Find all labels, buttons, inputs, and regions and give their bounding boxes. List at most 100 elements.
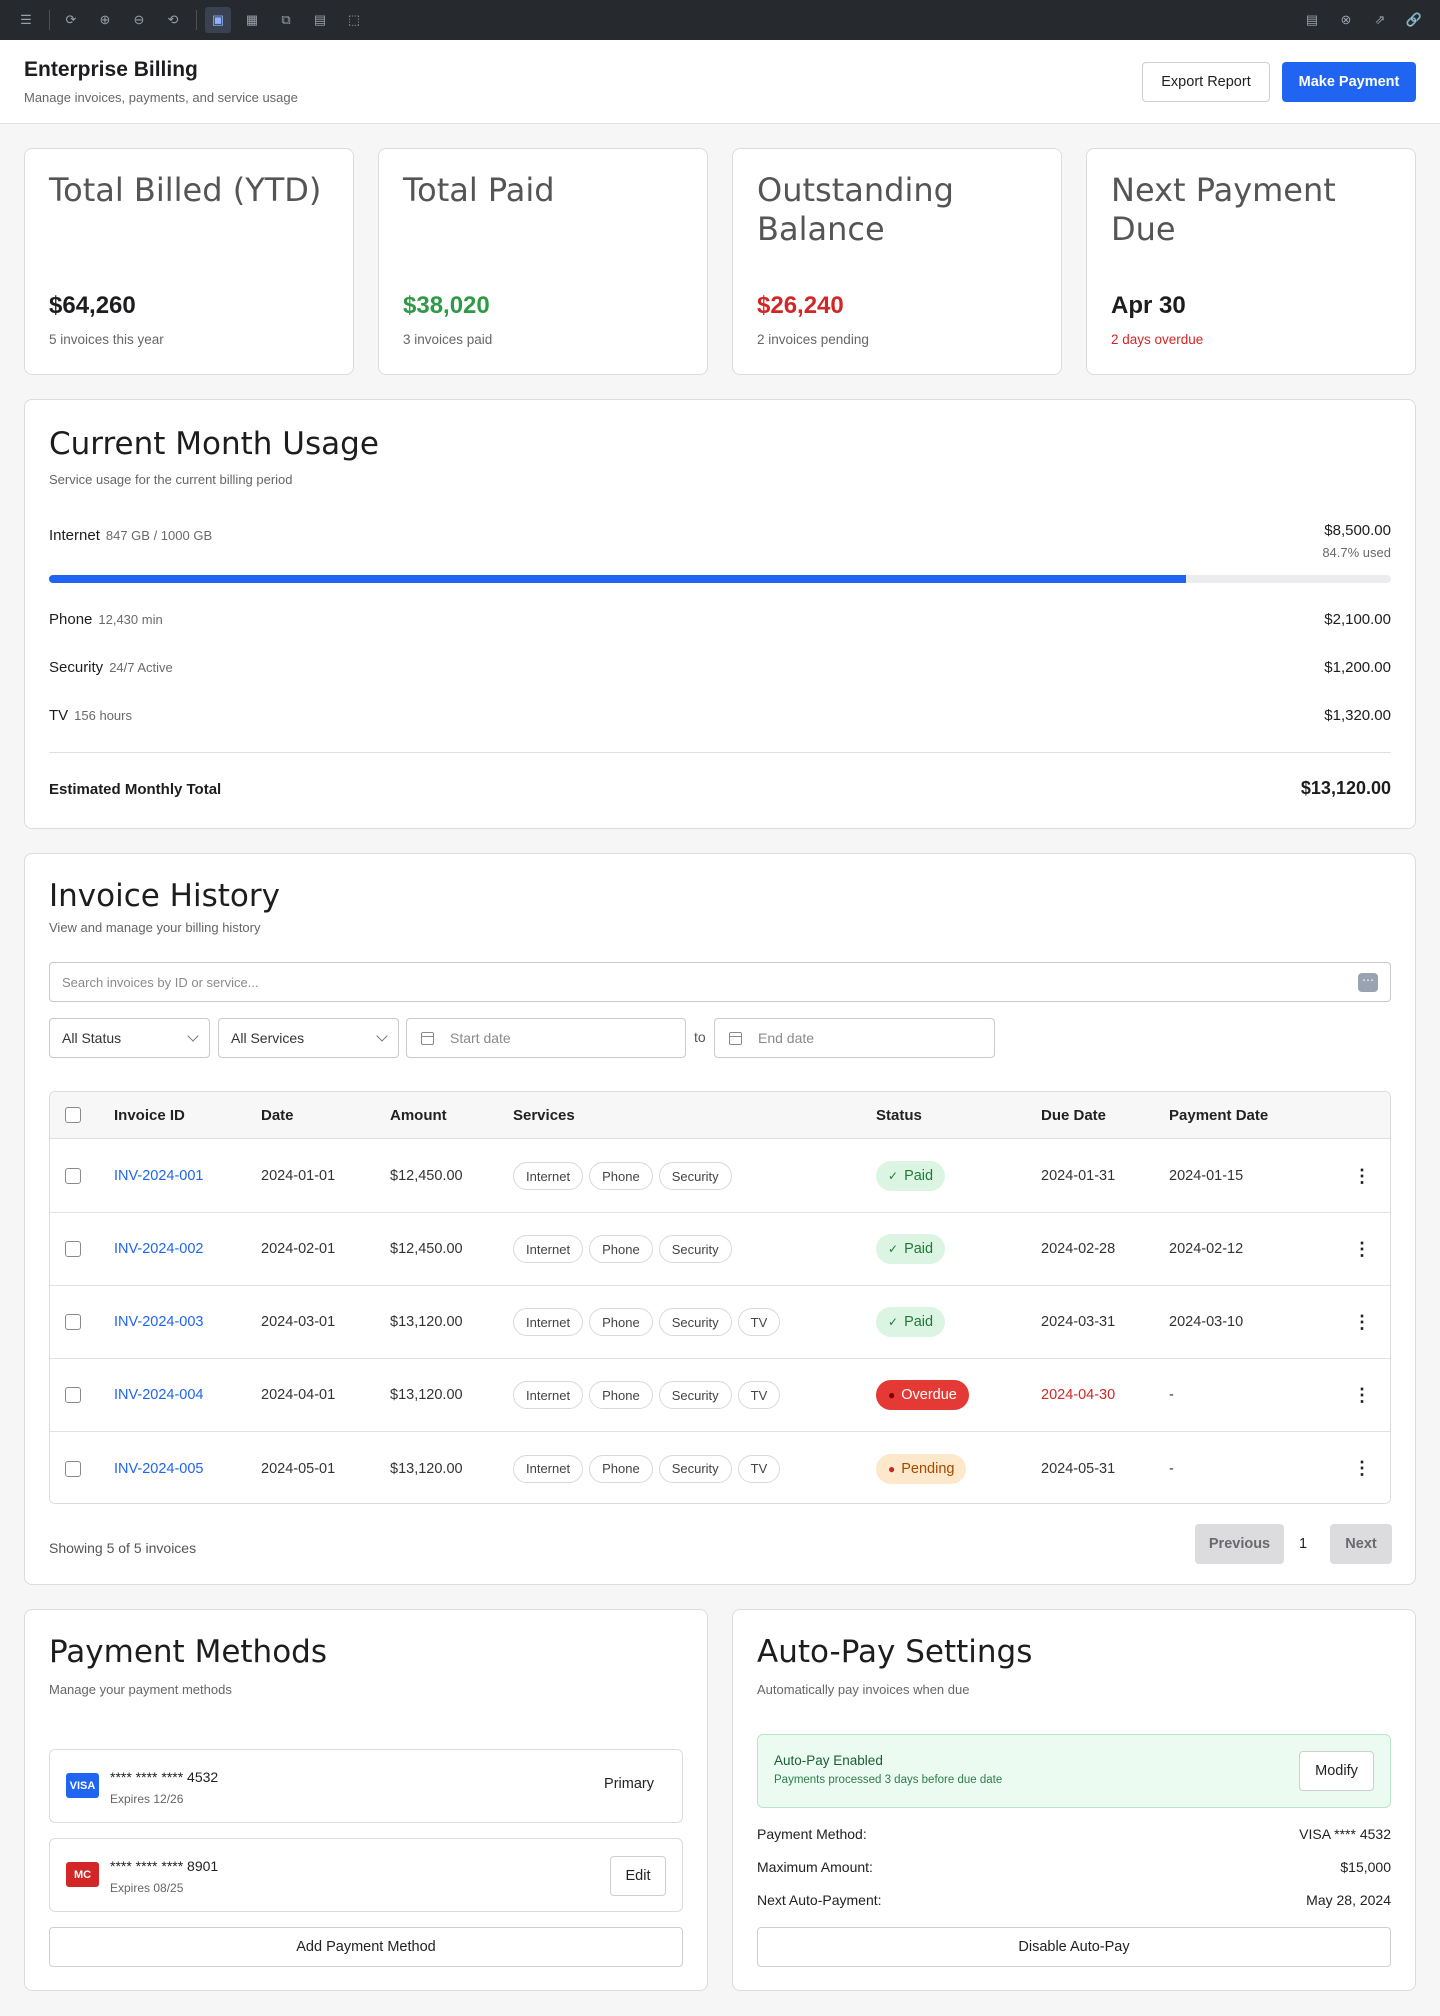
edit-card-button[interactable]: Edit [610,1856,666,1896]
usage-total-label: Estimated Monthly Total [49,781,222,798]
column-header[interactable]: Amount [390,1092,447,1138]
modify-autopay-button[interactable]: Modify [1299,1751,1374,1791]
kv-label: Maximum Amount: [757,1859,873,1875]
image-view-icon[interactable]: ▣ [205,7,231,33]
table-row[interactable]: INV-2024-005 2024-05-01 $13,120.00 Internet… [50,1432,1390,1503]
zoom-in-icon[interactable]: ⊕ [92,7,118,33]
row-actions-kebab-icon[interactable]: ⋮ [1353,1140,1371,1212]
usage-total-row: Estimated Monthly Total $13,120.00 [49,778,1391,798]
table-row[interactable]: INV-2024-001 2024-01-01 $12,450.00 Internet… [50,1140,1390,1213]
service-filter-select[interactable]: All Services [218,1018,399,1058]
row-actions-kebab-icon[interactable]: ⋮ [1353,1359,1371,1431]
stat-card-next-due: Next Payment Due Apr 30 2 days overdue [1086,148,1416,375]
start-date-field[interactable] [406,1018,686,1058]
date-range-separator: to [694,1029,706,1045]
row-checkbox[interactable] [65,1314,81,1330]
status-cell: ✓ Paid [876,1213,946,1285]
invoice-id-link[interactable]: INV-2024-005 [114,1432,203,1503]
end-date-field[interactable] [714,1018,995,1058]
visa-logo-icon: VISA [66,1773,99,1798]
status-badge: ● Overdue [876,1380,969,1410]
table-row[interactable]: INV-2024-003 2024-03-01 $13,120.00 Internet… [50,1286,1390,1359]
link-icon[interactable]: 🔗 [1401,7,1427,33]
make-payment-button[interactable]: Make Payment [1282,62,1416,102]
layout-icon[interactable]: ▤ [307,7,333,33]
row-select-cell [65,1359,81,1431]
payment-date: - [1169,1387,1174,1403]
mastercard-logo-icon: MC [66,1862,99,1887]
row-checkbox[interactable] [65,1387,81,1403]
row-checkbox[interactable] [65,1168,81,1184]
status-filter-select[interactable]: All Status [49,1018,210,1058]
service-chips: Internet Phone Security TV [513,1432,786,1503]
zoom-out-icon[interactable]: ⊖ [126,7,152,33]
search-input[interactable] [50,963,1330,1001]
usage-amount: $1,200.00 [1324,659,1391,676]
previous-page-button[interactable]: Previous [1195,1524,1284,1564]
row-actions-kebab-icon[interactable]: ⋮ [1353,1286,1371,1358]
stat-label: Next Payment Due [1111,171,1336,248]
column-header[interactable]: Invoice ID [114,1092,185,1138]
zoom-reset-icon[interactable]: ⟲ [160,7,186,33]
invoice-search: ⋯ [49,962,1391,1002]
end-date-input[interactable] [758,1030,958,1046]
close-circle-icon[interactable]: ⊗ [1333,7,1359,33]
status-badge: ✓ Paid [876,1307,946,1337]
usage-total-value: $13,120.00 [1300,778,1391,798]
column-header[interactable]: Status [876,1092,922,1138]
autopay-status-title: Auto-Pay Enabled [774,1753,883,1768]
invoice-id-link[interactable]: INV-2024-004 [114,1359,203,1431]
row-checkbox[interactable] [65,1460,81,1477]
service-chip: Phone [589,1308,653,1336]
column-header[interactable]: Due Date [1041,1092,1106,1138]
row-actions-kebab-icon[interactable]: ⋮ [1353,1213,1371,1285]
usage-amount: $8,500.00 [1324,522,1391,539]
table-header: Invoice ID Date Amount Services Status D… [50,1092,1390,1139]
showing-count: Showing 5 of 5 invoices [49,1540,197,1556]
panel-icon[interactable]: ▤ [1299,7,1325,33]
add-payment-method-button[interactable]: Add Payment Method [49,1927,683,1967]
page-number[interactable]: 1 [1292,1524,1314,1564]
disable-autopay-button[interactable]: Disable Auto-Pay [757,1927,1391,1967]
select-region-icon[interactable]: ⬚ [341,7,367,33]
external-link-icon[interactable]: ⇗ [1367,7,1393,33]
start-date-input[interactable] [450,1030,650,1046]
usage-detail: 12,430 min [98,612,163,627]
row-checkbox[interactable] [65,1241,81,1257]
toolbar-divider [49,10,50,30]
status-cell: ● Overdue [876,1359,969,1431]
usage-card: Current Month Usage Service usage for th… [24,399,1416,829]
usage-row-security: Security 24/7 Active $1,200.00 [49,659,1391,676]
toolbar: ☰ ⟳ ⊕ ⊖ ⟲ ▣ ▦ ⧉ ▤ ⬚ ▤ ⊗ ⇗ 🔗 [0,0,1440,40]
table-row[interactable]: INV-2024-004 2024-04-01 $13,120.00 Internet… [50,1359,1390,1432]
status-badge: ✓ Paid [876,1234,946,1264]
invoice-id-link[interactable]: INV-2024-002 [114,1213,203,1285]
payment-date: 2024-01-15 [1169,1168,1244,1184]
table-row[interactable]: INV-2024-002 2024-02-01 $12,450.00 Internet… [50,1213,1390,1286]
more-icon[interactable]: ⋯ [1358,973,1378,992]
autopay-subtitle: Automatically pay invoices when due [757,1682,970,1697]
autopay-next-row: Next Auto-Payment: May 28, 2024 [757,1892,1391,1908]
column-header[interactable]: Payment Date [1169,1092,1268,1138]
menu-icon[interactable]: ☰ [13,7,39,33]
row-actions-kebab-icon[interactable]: ⋮ [1353,1432,1371,1503]
column-header[interactable]: Date [261,1092,294,1138]
service-chip: Phone [589,1162,653,1190]
invoice-id-link[interactable]: INV-2024-001 [114,1140,203,1212]
card-expiry: Expires 12/26 [110,1792,184,1806]
select-all-checkbox[interactable] [65,1107,81,1123]
stat-value: $38,020 [403,292,490,319]
next-page-button[interactable]: Next [1330,1524,1392,1564]
refresh-icon[interactable]: ⟳ [58,7,84,33]
export-report-button[interactable]: Export Report [1142,62,1270,102]
invoice-amount: $12,450.00 [390,1168,463,1184]
service-chip: Phone [589,1235,653,1263]
autopay-card: Auto-Pay Settings Automatically pay invo… [732,1609,1416,1991]
grid-view-icon[interactable]: ▦ [239,7,265,33]
payment-date: - [1169,1460,1174,1477]
column-header[interactable]: Services [513,1092,575,1138]
invoice-id-link[interactable]: INV-2024-003 [114,1286,203,1358]
stat-value: $26,240 [757,292,844,319]
copy-icon[interactable]: ⧉ [273,7,299,33]
autopay-title: Auto-Pay Settings [757,1634,1033,1670]
